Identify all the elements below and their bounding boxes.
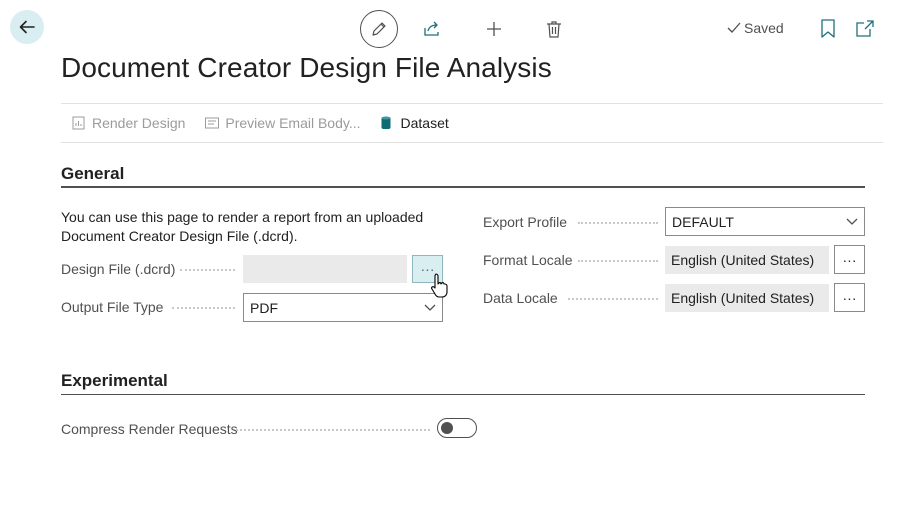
delete-button[interactable] [544, 19, 564, 39]
preview-email-body-label: Preview Email Body... [225, 115, 361, 131]
dataset-label: Dataset [400, 115, 449, 131]
top-action-bar [360, 10, 564, 48]
report-icon [72, 116, 86, 130]
export-profile-value: DEFAULT [672, 213, 734, 230]
format-locale-leader [578, 260, 658, 262]
compress-render-requests-label: Compress Render Requests [61, 421, 238, 437]
checkmark-icon [727, 22, 741, 33]
general-section-title[interactable]: General [61, 164, 124, 184]
output-file-type-leader [172, 307, 235, 309]
export-profile-label: Export Profile [483, 214, 568, 230]
share-button[interactable] [422, 19, 442, 39]
trash-icon [547, 21, 561, 38]
back-arrow-icon [19, 20, 35, 34]
compress-render-requests-leader [236, 429, 430, 431]
new-button[interactable] [484, 19, 504, 39]
data-locale-leader [568, 298, 658, 300]
render-design-action[interactable]: Render Design [72, 115, 185, 131]
saved-status: Saved [727, 20, 784, 36]
data-locale-field[interactable]: English (United States) [665, 284, 829, 312]
output-file-type-value: PDF [250, 299, 278, 316]
format-locale-label: Format Locale [483, 252, 573, 268]
output-file-type-label: Output File Type [61, 299, 164, 315]
email-icon [205, 116, 220, 130]
dataset-action[interactable]: Dataset [381, 115, 449, 131]
page-title: Document Creator Design File Analysis [61, 52, 552, 83]
format-locale-field[interactable]: English (United States) [665, 246, 829, 274]
chevron-down-icon [424, 304, 436, 311]
bookmark-icon [821, 19, 835, 38]
data-locale-assist-button[interactable]: ··· [834, 283, 865, 312]
general-description: You can use this page to render a report… [61, 209, 424, 244]
data-locale-label: Data Locale [483, 290, 558, 306]
toggle-knob [441, 422, 453, 434]
format-locale-assist-button[interactable]: ··· [834, 245, 865, 274]
preview-email-body-action[interactable]: Preview Email Body... [205, 115, 361, 131]
popout-icon [856, 20, 874, 37]
pencil-icon [372, 22, 386, 36]
bookmark-button[interactable] [820, 19, 838, 39]
plus-icon [487, 22, 501, 36]
edit-button[interactable] [360, 10, 398, 48]
saved-label: Saved [744, 20, 784, 36]
render-design-label: Render Design [92, 115, 186, 131]
back-button[interactable] [10, 10, 44, 44]
general-section-divider [61, 186, 865, 188]
export-profile-leader [578, 222, 658, 224]
design-file-leader [180, 269, 235, 271]
chevron-down-icon [846, 218, 858, 225]
design-file-field[interactable] [243, 255, 407, 283]
hand-cursor-icon [431, 273, 448, 298]
action-bar: Render Design Preview Email Body... Data… [61, 103, 883, 143]
output-file-type-select[interactable]: PDF [243, 293, 443, 322]
export-profile-select[interactable]: DEFAULT [665, 207, 865, 236]
open-new-window-button[interactable] [855, 19, 875, 39]
design-file-label: Design File (.dcrd) [61, 261, 176, 277]
share-icon [424, 21, 439, 36]
database-icon [381, 116, 395, 130]
experimental-section-divider [61, 394, 865, 395]
compress-render-requests-toggle[interactable] [437, 418, 477, 438]
experimental-section-title[interactable]: Experimental [61, 371, 168, 391]
